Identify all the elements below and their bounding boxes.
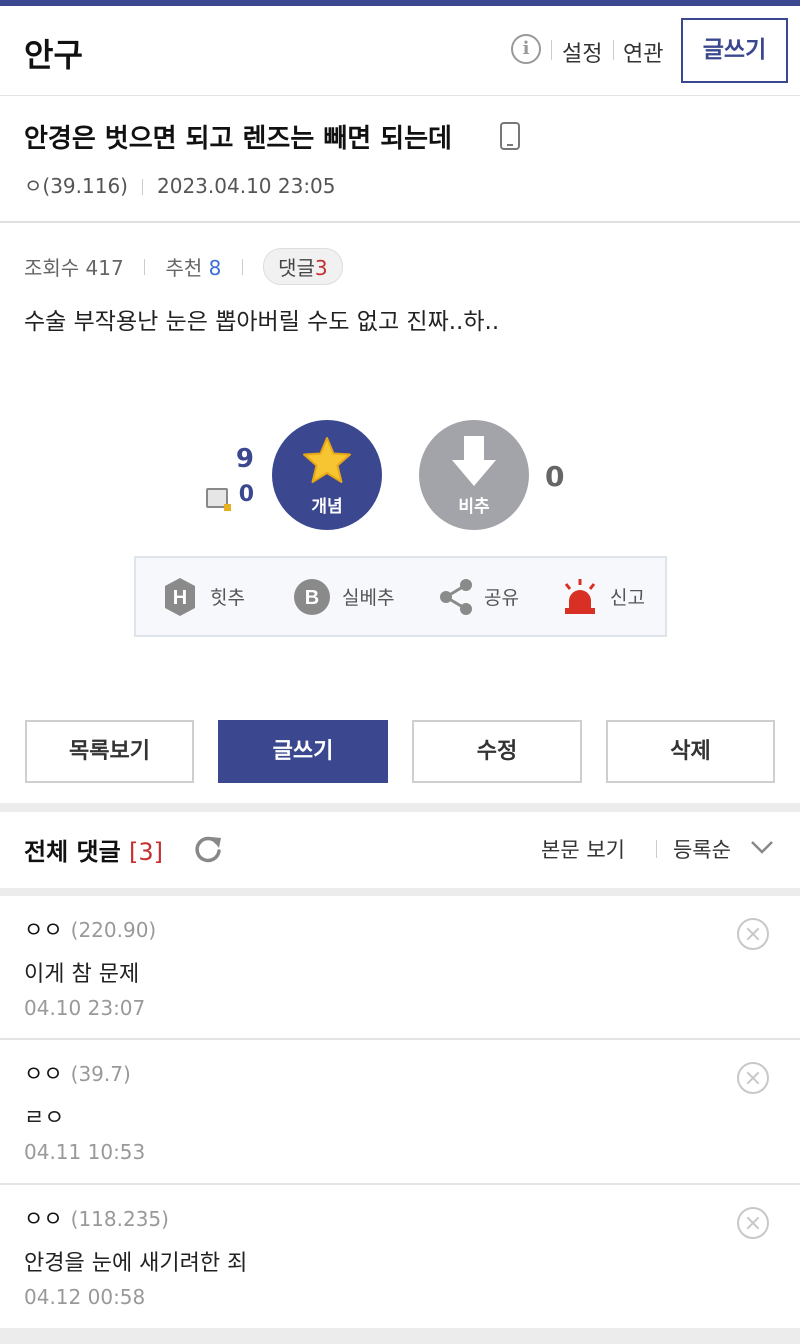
post-action-bar: H 힛추 B 실베추 공유 신고 bbox=[134, 556, 667, 637]
post-body: 수술 부작용난 눈은 뽑아버릴 수도 없고 진짜..하.. bbox=[24, 309, 500, 335]
gallery-title[interactable]: 안구 bbox=[24, 30, 83, 76]
report-label: 신고 bbox=[610, 587, 645, 609]
comment-text: ㄹㅇ bbox=[24, 1106, 65, 1131]
edit-button[interactable]: 수정 bbox=[412, 720, 582, 783]
downvote-button[interactable]: 비추 bbox=[419, 420, 529, 530]
post-header: 안경은 벗으면 되고 렌즈는 빼면 되는데 ㅇ(39.116) 2023.04.1… bbox=[0, 96, 800, 223]
comment-date: 04.10 23:07 bbox=[24, 996, 146, 1020]
comment-count-pill[interactable]: 댓글3 bbox=[263, 248, 343, 285]
divider bbox=[656, 840, 657, 858]
best-b-icon: B bbox=[294, 578, 330, 615]
comment-author[interactable]: ㅇㅇ (220.90) bbox=[24, 914, 156, 944]
comment-item: ㅇㅇ (39.7) ㄹㅇ 04.11 10:53 bbox=[0, 1040, 800, 1185]
refresh-icon[interactable] bbox=[193, 834, 223, 864]
post-author[interactable]: ㅇ(39.116) bbox=[24, 174, 128, 198]
comment-text: 안경을 눈에 새기려한 죄 bbox=[24, 1251, 248, 1276]
comment-item: ㅇㅇ (118.235) 안경을 눈에 새기려한 죄 04.12 00:58 bbox=[0, 1185, 800, 1328]
upvote-label: 개념 bbox=[311, 497, 343, 517]
comment-author-ip: (118.235) bbox=[70, 1207, 169, 1231]
post-stats: 조회수 417 추천 8 댓글3 bbox=[24, 248, 343, 285]
view-body-link[interactable]: 본문 보기 bbox=[541, 834, 625, 864]
downvote-label: 비추 bbox=[458, 497, 490, 517]
post-meta: ㅇ(39.116) 2023.04.10 23:05 bbox=[24, 170, 336, 199]
related-link[interactable]: 연관 bbox=[623, 36, 663, 68]
upvote-count: 9 bbox=[235, 444, 254, 474]
delete-comment-icon[interactable] bbox=[737, 1207, 769, 1239]
write-button[interactable]: 글쓰기 bbox=[218, 720, 388, 783]
divider bbox=[142, 179, 143, 195]
svg-text:H: H bbox=[173, 587, 187, 609]
fixed-upvote-count: 0 bbox=[238, 482, 254, 507]
comment-date: 04.12 00:58 bbox=[24, 1285, 146, 1309]
share-label: 공유 bbox=[484, 587, 519, 609]
delete-comment-icon[interactable] bbox=[737, 918, 769, 950]
section-divider bbox=[0, 1328, 800, 1344]
views-count: 조회수 417 bbox=[24, 256, 124, 280]
comments-count: [3] bbox=[129, 838, 164, 866]
sort-order-select[interactable]: 등록순 bbox=[673, 834, 731, 864]
delete-comment-icon[interactable] bbox=[737, 1062, 769, 1094]
comment-author-ip: (39.7) bbox=[70, 1062, 131, 1086]
post-title: 안경은 벗으면 되고 렌즈는 빼면 되는데 bbox=[24, 124, 452, 154]
comment-author[interactable]: ㅇㅇ (39.7) bbox=[24, 1058, 131, 1088]
hit-recommend-label: 힛추 bbox=[210, 587, 245, 609]
hit-h-icon: H bbox=[165, 577, 195, 616]
share-button[interactable]: 공유 bbox=[438, 558, 519, 635]
comment-count-label: 댓글 bbox=[278, 256, 315, 280]
best-recommend-button[interactable]: B 실베추 bbox=[292, 558, 394, 635]
comment-count-value: 3 bbox=[314, 256, 328, 280]
star-icon bbox=[303, 437, 351, 483]
divider bbox=[613, 40, 614, 60]
gallery-header: 안구 i 설정 연관 글쓰기 bbox=[0, 6, 800, 96]
best-recommend-label: 실베추 bbox=[342, 587, 395, 609]
comment-date: 04.11 10:53 bbox=[24, 1140, 146, 1164]
header-write-button[interactable]: 글쓰기 bbox=[681, 18, 788, 83]
siren-icon bbox=[564, 578, 596, 614]
post-date: 2023.04.10 23:05 bbox=[157, 174, 336, 198]
comment-author-name: ㅇㅇ bbox=[24, 1207, 63, 1231]
comment-author[interactable]: ㅇㅇ (118.235) bbox=[24, 1203, 169, 1233]
upvote-button[interactable]: 개념 bbox=[272, 420, 382, 530]
chevron-down-icon[interactable] bbox=[749, 838, 775, 856]
comment-author-ip: (220.90) bbox=[70, 918, 157, 942]
section-divider bbox=[0, 888, 800, 896]
recommend-label: 추천 bbox=[165, 256, 203, 280]
list-button[interactable]: 목록보기 bbox=[25, 720, 194, 783]
comment-text: 이게 참 문제 bbox=[24, 962, 140, 987]
share-icon bbox=[440, 578, 472, 615]
comment-item: ㅇㅇ (220.90) 이게 참 문제 04.10 23:07 bbox=[0, 896, 800, 1040]
section-divider bbox=[0, 803, 800, 812]
info-icon[interactable]: i bbox=[511, 34, 541, 64]
downvote-count: 0 bbox=[545, 460, 565, 493]
comment-author-name: ㅇㅇ bbox=[24, 918, 63, 942]
down-arrow-icon bbox=[452, 436, 496, 486]
svg-text:B: B bbox=[305, 587, 319, 609]
mobile-phone-icon bbox=[500, 122, 520, 150]
delete-button[interactable]: 삭제 bbox=[606, 720, 775, 783]
comments-title-text: 전체 댓글 bbox=[24, 838, 121, 866]
report-button[interactable]: 신고 bbox=[560, 558, 645, 635]
divider bbox=[144, 258, 146, 275]
comments-header: 전체 댓글 [3] 본문 보기 등록순 bbox=[0, 812, 800, 888]
settings-link[interactable]: 설정 bbox=[562, 36, 602, 68]
comment-author-name: ㅇㅇ bbox=[24, 1062, 63, 1086]
fixed-nick-icon bbox=[206, 488, 231, 511]
comments-title: 전체 댓글 [3] bbox=[24, 832, 163, 867]
divider bbox=[551, 40, 552, 60]
recommend-count: 추천 8 bbox=[165, 252, 221, 281]
recommend-value: 8 bbox=[208, 256, 222, 280]
hit-recommend-button[interactable]: H 힛추 bbox=[160, 558, 245, 635]
divider bbox=[241, 258, 243, 275]
